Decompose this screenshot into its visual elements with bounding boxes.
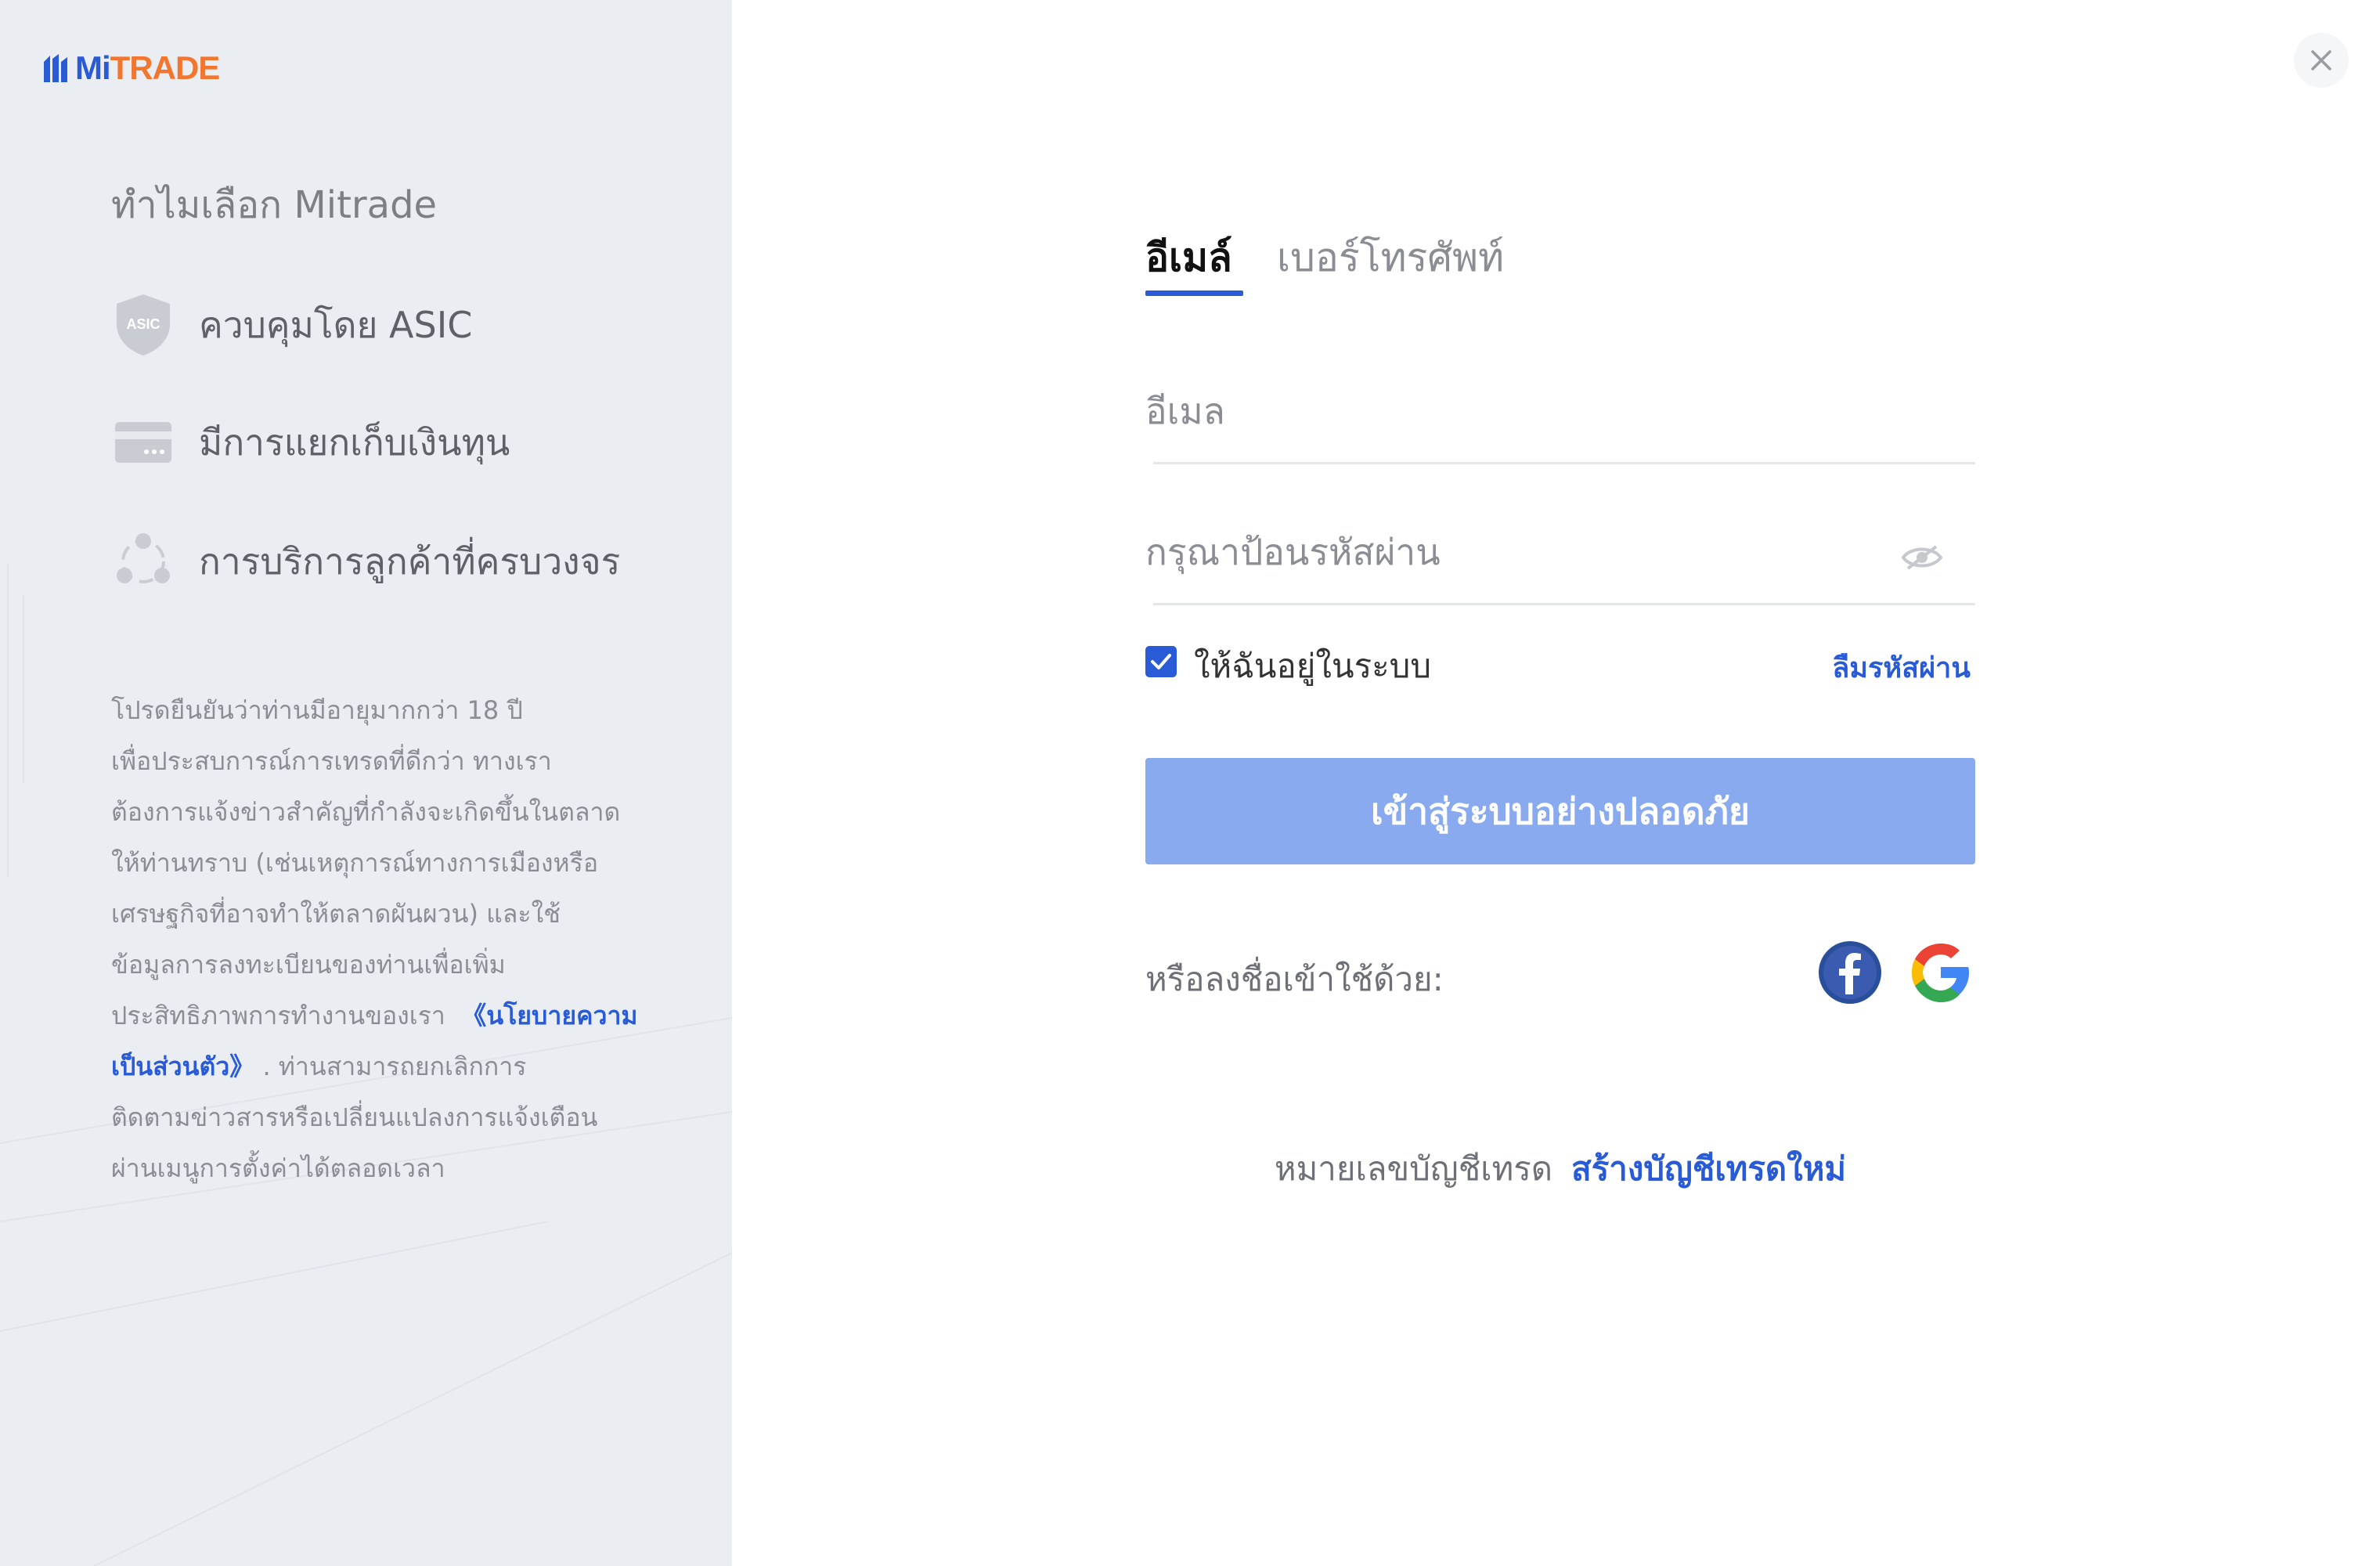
- active-tab-indicator: [1145, 290, 1243, 296]
- people-network-icon: [111, 529, 175, 594]
- feature-label: มีการแยกเก็บเงินทุน: [199, 420, 510, 464]
- login-form: อีเมล์ เบอร์โทรศัพท์ อีเมล กรุณาป้อนรหัส…: [1145, 219, 1975, 1188]
- feature-asic: ASIC ควบคุมโดย ASIC: [111, 290, 472, 360]
- password-placeholder: กรุณาป้อนรหัสผ่าน: [1145, 531, 1441, 573]
- social-login-label: หรือลงชื่อเข้าใช้ด้วย:: [1145, 960, 1444, 998]
- close-button[interactable]: [2294, 33, 2349, 88]
- age-privacy-notice: โปรดยืนยันว่าท่านมีอายุมากกว่า 18 ปี เพื…: [111, 695, 638, 1183]
- logo-text: MiTRADE: [75, 49, 220, 86]
- card-icon: [111, 410, 175, 474]
- feature-segregated-funds: มีการแยกเก็บเงินทุน: [111, 407, 510, 478]
- google-icon[interactable]: [1908, 940, 1974, 1005]
- social-login-row: หรือลงชื่อเข้าใช้ด้วย:: [1145, 940, 1975, 1010]
- signup-question: หมายเลขบัญชีเทรด: [1274, 1149, 1553, 1188]
- remember-me-label[interactable]: ให้ฉันอยู่ในระบบ: [1194, 640, 1431, 692]
- close-icon: [2311, 50, 2331, 70]
- secure-login-button[interactable]: เข้าสู่ระบบอย่างปลอดภัย: [1145, 758, 1975, 864]
- password-field[interactable]: กรุณาป้อนรหัสผ่าน: [1145, 485, 1975, 605]
- facebook-icon[interactable]: [1817, 940, 1883, 1005]
- forgot-password-link[interactable]: ลืมรหัสผ่าน: [1832, 645, 1971, 690]
- remember-me-row: ให้ฉันอยู่ในระบบ ลืมรหัสผ่าน: [1145, 639, 1975, 686]
- feature-customer-service: การบริการลูกค้าที่ครบวงจร: [111, 526, 620, 597]
- email-placeholder: อีเมล: [1145, 390, 1225, 432]
- info-panel: MiTRADE ทำไมเลือก Mitrade ASIC ควบคุมโดย…: [0, 0, 732, 1566]
- asic-shield-icon: ASIC: [111, 293, 175, 357]
- mitrade-logo[interactable]: MiTRADE: [41, 49, 220, 88]
- eye-hidden-icon[interactable]: [1900, 543, 1944, 572]
- feature-label: การบริการลูกค้าที่ครบวงจร: [199, 539, 621, 583]
- email-field[interactable]: อีเมล: [1145, 345, 1975, 464]
- svg-text:ASIC: ASIC: [126, 316, 160, 332]
- checkmark-icon: [1151, 654, 1171, 669]
- mitrade-logo-icon: [44, 54, 67, 82]
- create-account-link[interactable]: สร้างบัญชีเทรดใหม่: [1571, 1149, 1846, 1188]
- tab-email[interactable]: อีเมล์: [1145, 227, 1232, 289]
- login-method-tabs: อีเมล์ เบอร์โทรศัพท์: [1145, 219, 1975, 298]
- tab-phone[interactable]: เบอร์โทรศัพท์: [1277, 227, 1504, 289]
- signup-prompt: หมายเลขบัญชีเทรด สร้างบัญชีเทรดใหม่: [1145, 1143, 1975, 1195]
- remember-me-checkbox[interactable]: [1145, 646, 1177, 677]
- feature-label: ควบคุมโดย ASIC: [199, 303, 473, 346]
- why-choose-title: ทำไมเลือก Mitrade: [111, 183, 438, 227]
